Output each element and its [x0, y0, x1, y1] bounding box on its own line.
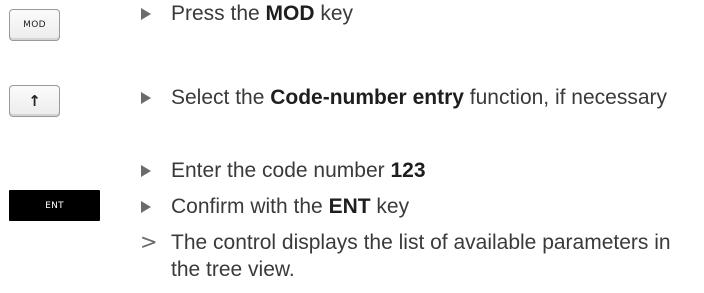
arrow-up-icon: ↑	[28, 91, 41, 110]
step-3: Enter the code number 123	[141, 157, 696, 184]
step-2-text-bold: Code-number entry	[270, 86, 464, 109]
result-chevron-icon: >	[140, 230, 158, 254]
step-1-text-pre: Press the	[171, 2, 266, 25]
step-2-text-pre: Select the	[171, 86, 271, 109]
step-1-text-bold: MOD	[265, 2, 315, 25]
step-1: Press the MOD key	[141, 0, 696, 27]
mod-key: MOD	[9, 9, 60, 41]
step-5-result: > The control displays the list of avail…	[140, 229, 696, 283]
step-3-text-pre: Enter the code number	[171, 159, 391, 182]
step-3-text-bold: 123	[390, 159, 426, 182]
step-4-text-bold: ENT	[328, 195, 371, 218]
step-bullet-icon	[141, 0, 159, 27]
step-bullet-icon	[141, 84, 159, 111]
ent-key: ENT	[9, 190, 100, 221]
step-4: Confirm with the ENT key	[141, 193, 696, 220]
step-2-text-post: function, if necessary	[463, 86, 668, 109]
arrow-up-key: ↑	[9, 85, 60, 117]
step-4-text-post: key	[370, 195, 410, 218]
ent-key-label: ENT	[45, 200, 64, 211]
step-bullet-icon	[141, 157, 159, 184]
step-bullet-icon	[141, 193, 159, 220]
step-1-text-post: key	[314, 2, 354, 25]
step-2: Select the Code-number entry function, i…	[141, 84, 696, 111]
mod-key-label: MOD	[23, 20, 46, 30]
step-5-text: The control displays the list of availab…	[171, 231, 671, 281]
step-4-text-pre: Confirm with the	[171, 195, 329, 218]
